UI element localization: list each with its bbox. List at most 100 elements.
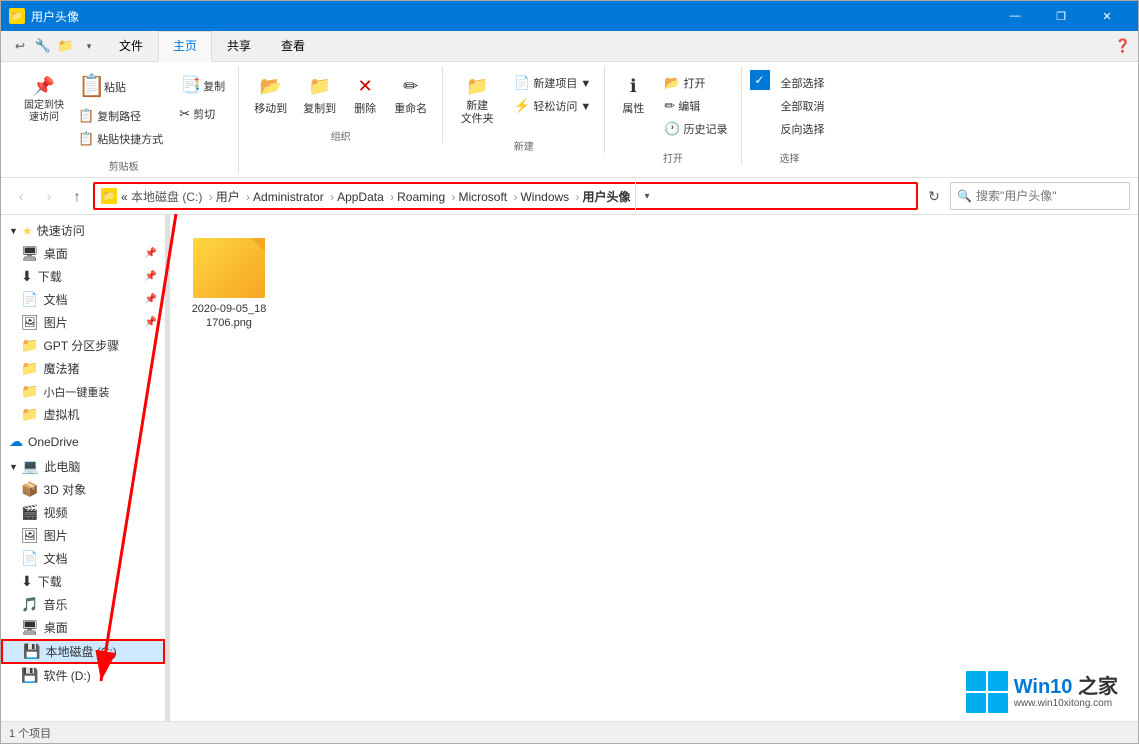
restore-button[interactable]: ❐ [1038, 1, 1084, 31]
qa-dropdown-button[interactable]: ▾ [78, 35, 100, 57]
sidebar-item-documents[interactable]: 📄 文档 📌 [1, 288, 165, 311]
sidebar-item-gpt[interactable]: 📁 GPT 分区步骤 [1, 334, 165, 357]
status-bar: 1 个项目 [1, 721, 1138, 743]
copy-path-button[interactable]: 📋复制路径 [73, 105, 168, 127]
invert-selection-button[interactable]: 反向选择 [776, 118, 830, 140]
forward-button[interactable]: › [37, 184, 61, 208]
status-text: 1 个项目 [9, 725, 51, 741]
edit-button[interactable]: ✏编辑 [659, 95, 732, 117]
address-dropdown-button[interactable]: ▾ [635, 182, 659, 210]
sidebar-item-music[interactable]: 🎵 音乐 [1, 593, 165, 616]
clipboard-label: 剪贴板 [109, 154, 139, 173]
sidebar-item-xiaobai[interactable]: 📁 小白一键重装 [1, 380, 165, 403]
help-button[interactable]: ❓ [1108, 31, 1138, 61]
quick-access-toolbar: ↩ 🔧 📁 ▾ [5, 31, 104, 61]
quick-access-label: 快速访问 [37, 222, 85, 239]
sidebar-section-onedrive[interactable]: ☁ OneDrive [1, 430, 165, 453]
win10-brand-suffix: 之家 [1078, 676, 1118, 698]
new-item-button[interactable]: 📄新建项目 ▼ [509, 72, 596, 94]
ribbon-group-new: 📁 新建文件夹 📄新建项目 ▼ ⚡轻松访问 ▼ 新建 [443, 66, 605, 153]
downloads-pin-icon: 📌 [145, 271, 157, 282]
mofazhu-icon: 📁 [21, 360, 38, 377]
paste-shortcut-button[interactable]: 📋粘贴快捷方式 [73, 128, 168, 150]
paste-button[interactable]: 📋 粘贴 [73, 70, 168, 104]
open-label: 打开 [663, 146, 683, 165]
documents2-label: 文档 [43, 550, 67, 567]
history-button[interactable]: 🕐历史记录 [659, 118, 732, 140]
sidebar-item-documents2[interactable]: 📄 文档 [1, 547, 165, 570]
new-label: 新建 [514, 134, 534, 153]
documents-label: 文档 [43, 291, 67, 308]
copy-button[interactable]: 📑 复制 [174, 70, 230, 102]
sidebar-item-mofazhu[interactable]: 📁 魔法猪 [1, 357, 165, 380]
minimize-button[interactable]: — [992, 1, 1038, 31]
sidebar-item-desktop[interactable]: 🖥 桌面 📌 [1, 242, 165, 265]
select-all-button[interactable]: 全部选择 [776, 72, 830, 94]
desktop-label: 桌面 [44, 245, 68, 262]
xiaobai-icon: 📁 [21, 383, 38, 400]
up-button[interactable]: ↑ [65, 184, 89, 208]
3d-icon: 📦 [21, 481, 38, 498]
file-item-png[interactable]: 2020-09-05_181706.png [184, 229, 274, 340]
sidebar-item-downloads[interactable]: ⬇ 下载 📌 [1, 265, 165, 288]
sidebar-section-quick-access[interactable]: ▼ ★ 快速访问 [1, 219, 165, 242]
sidebar-item-3d[interactable]: 📦 3D 对象 [1, 478, 165, 501]
sidebar-item-vm[interactable]: 📁 虚拟机 [1, 403, 165, 426]
vm-label: 虚拟机 [43, 406, 79, 423]
desktop-pin-icon: 📌 [145, 248, 157, 259]
sidebar-item-software-d[interactable]: 💾 软件 (D:) [1, 664, 165, 687]
delete-button[interactable]: ✕ 删除 [345, 70, 385, 120]
copy-to-button[interactable]: 📁 复制到 [296, 70, 343, 120]
win10-url: www.win10xitong.com [1014, 698, 1118, 709]
ribbon-group-select: ✓ 全部选择 全部取消 反向选择 选择 [742, 66, 838, 165]
pin-to-quick-access-button[interactable]: 📌 固定到快速访问 [17, 70, 71, 128]
tab-share[interactable]: 共享 [212, 31, 266, 61]
music-label: 音乐 [43, 596, 67, 613]
sidebar-item-pictures[interactable]: 🖼 图片 📌 [1, 311, 165, 334]
thispc-label: 此电脑 [44, 458, 80, 475]
sidebar-item-videos[interactable]: 🎬 视频 [1, 501, 165, 524]
search-bar[interactable]: 🔍 [950, 182, 1130, 210]
sidebar-item-desktop2[interactable]: 🖥 桌面 [1, 616, 165, 639]
qa-undo-button[interactable]: ↩ [9, 35, 31, 57]
sidebar-item-pictures2[interactable]: 🖼 图片 [1, 524, 165, 547]
downloads2-label: 下载 [38, 573, 62, 590]
main-layout: ▼ ★ 快速访问 🖥 桌面 📌 ⬇ 下载 📌 📄 文档 📌 🖼 [1, 215, 1138, 721]
tab-home[interactable]: 主页 [158, 31, 212, 62]
sidebar-item-downloads2[interactable]: ⬇ 下载 [1, 570, 165, 593]
address-bar[interactable]: 📁 « 本地磁盘 (C:) ›用户 ›Administrator ›AppDat… [93, 182, 918, 210]
rename-button[interactable]: ✏ 重命名 [387, 70, 434, 120]
local-disk-c-label: 本地磁盘 (C:) [45, 643, 116, 660]
music-icon: 🎵 [21, 596, 38, 613]
move-to-button[interactable]: 📂 移动到 [247, 70, 294, 120]
ribbon-content: 📌 固定到快速访问 📋 粘贴 📋复制路径 📋粘贴快捷方式 [1, 62, 1138, 177]
desktop-icon: 🖥 [21, 245, 39, 262]
tab-view[interactable]: 查看 [266, 31, 320, 61]
ribbon-group-clipboard: 📌 固定到快速访问 📋 粘贴 📋复制路径 📋粘贴快捷方式 [9, 66, 239, 173]
organize-label: 组织 [331, 124, 351, 143]
ribbon-tabs: ↩ 🔧 📁 ▾ 文件 主页 共享 查看 ❓ [1, 31, 1138, 62]
local-disk-c-icon: 💾 [23, 643, 40, 660]
sidebar-item-local-disk-c[interactable]: 💾 本地磁盘 (C:) [1, 639, 165, 664]
file-name-png: 2020-09-05_181706.png [189, 302, 269, 331]
select-none-button[interactable]: 全部取消 [776, 95, 830, 117]
easy-access-button[interactable]: ⚡轻松访问 ▼ [509, 95, 596, 117]
cut-button[interactable]: ✂剪切 [174, 103, 230, 125]
back-button[interactable]: ‹ [9, 184, 33, 208]
pictures2-icon: 🖼 [21, 527, 39, 544]
nav-bar: ‹ › ↑ 📁 « 本地磁盘 (C:) ›用户 ›Administrator ›… [1, 177, 1138, 215]
new-folder-button[interactable]: 📁 新建文件夹 [451, 70, 503, 130]
search-input[interactable] [976, 189, 1123, 203]
qa-properties-button[interactable]: 🔧 [32, 35, 54, 57]
sidebar-section-thispc[interactable]: ▼ 💻 此电脑 [1, 455, 165, 478]
properties-button[interactable]: ℹ 属性 [613, 70, 653, 120]
close-button[interactable]: ✕ [1084, 1, 1130, 31]
refresh-button[interactable]: ↻ [922, 182, 946, 210]
sidebar: ▼ ★ 快速访问 🖥 桌面 📌 ⬇ 下载 📌 📄 文档 📌 🖼 [1, 215, 166, 721]
tab-file[interactable]: 文件 [104, 31, 158, 61]
search-icon: 🔍 [957, 189, 972, 203]
qa-new-folder-button[interactable]: 📁 [55, 35, 77, 57]
vm-icon: 📁 [21, 406, 38, 423]
mofazhu-label: 魔法猪 [43, 360, 79, 377]
open-button[interactable]: 📂打开 [659, 72, 732, 94]
